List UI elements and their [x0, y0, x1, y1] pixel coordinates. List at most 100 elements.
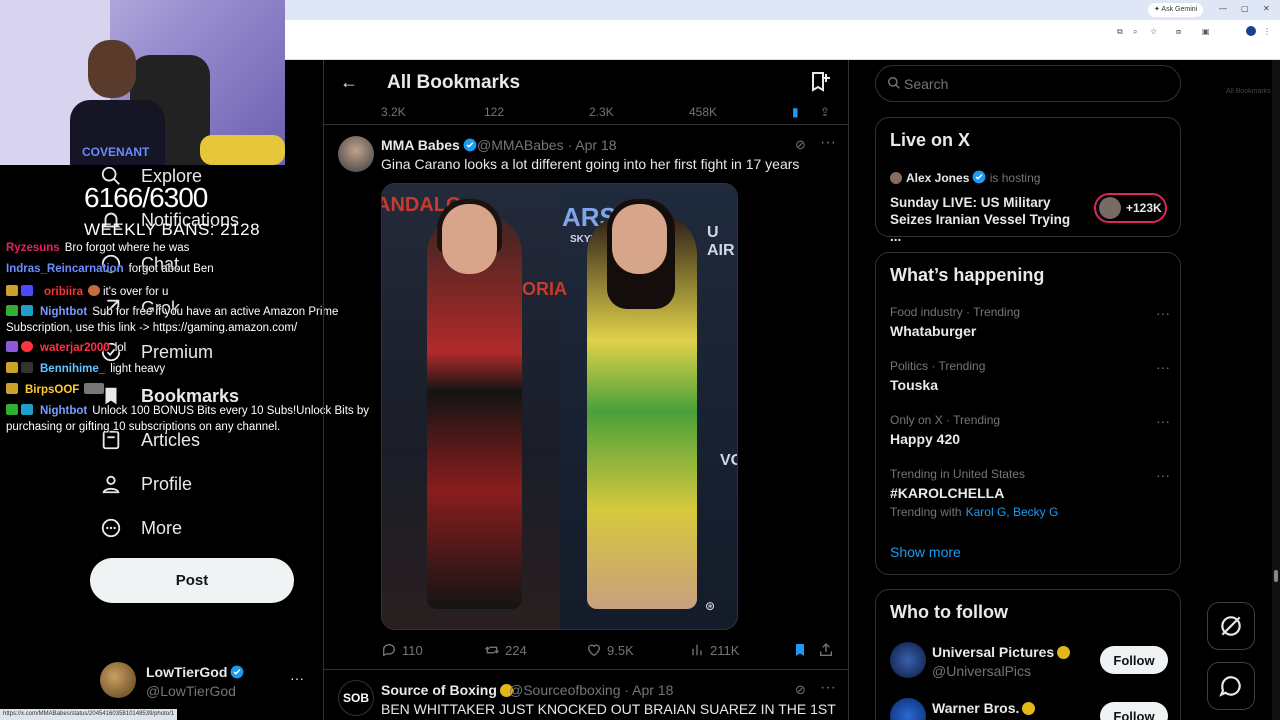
chat-badge-icon [6, 341, 18, 352]
avatar[interactable] [338, 136, 374, 172]
sidepanel-icon[interactable]: ▣ [1202, 27, 1210, 36]
chat-badge-icon [6, 305, 18, 316]
webcam-overlay: COVENANT [0, 0, 285, 165]
like-button[interactable]: 9.5K [586, 642, 634, 658]
maximize-icon[interactable]: ▢ [1241, 4, 1249, 13]
ask-gemini-button[interactable]: ✦ Ask Gemini [1148, 3, 1204, 17]
nav-label: More [141, 517, 183, 538]
reply-button[interactable]: 110 [381, 642, 423, 658]
tweet-more-icon[interactable]: ··· [820, 134, 836, 152]
tweet-photo[interactable]: ANDALO ORIA ARS SKYWAL U AIR VO ⊛ [381, 183, 738, 630]
star-icon[interactable]: ☆ [1150, 27, 1157, 36]
close-icon[interactable]: ✕ [1263, 4, 1270, 13]
follow-button[interactable]: Follow [1100, 702, 1168, 720]
minimize-icon[interactable]: — [1219, 4, 1227, 13]
verified-gold-icon [1057, 646, 1071, 659]
extension-icon[interactable]: ⧉ [1117, 27, 1123, 37]
share-icon[interactable]: ⇪ [820, 105, 830, 119]
tweet-text: Gina Carano looks a lot different going … [381, 156, 800, 172]
card-title: What’s happening [890, 265, 1045, 285]
zoom-icon[interactable]: ⌕ [1133, 27, 1137, 37]
follow-suggestion[interactable]: Warner Bros. Follow [890, 698, 1170, 720]
photo-sign-text: ORIA [522, 279, 567, 299]
nav-more[interactable]: More [100, 512, 182, 544]
previous-tweet-actions: 3.2K 122 2.3K 458K ▮ ⇪ [324, 105, 848, 125]
photo-sign-text: U AIR [707, 224, 735, 259]
trend-more-icon[interactable]: ··· [1156, 359, 1170, 375]
person-icon [102, 475, 120, 494]
all-bookmarks-link[interactable]: All Bookmarks [1226, 88, 1271, 95]
tweet-author-handle[interactable]: @Sourceofboxing · Apr 18 [509, 682, 673, 698]
chat-badge-icon [21, 404, 33, 415]
trend-item[interactable]: Politics · Trending Touska ··· [890, 359, 1170, 393]
profile-avatar[interactable] [1246, 26, 1256, 36]
live-host[interactable]: Alex Jones is hosting [890, 170, 1040, 185]
like-count[interactable]: 2.3K [589, 105, 614, 119]
chat-message-continued: purchasing or gifting 10 subscriptions o… [6, 421, 281, 433]
bookmark-add-icon[interactable] [808, 70, 832, 94]
follow-suggestion[interactable]: Universal Pictures @UniversalPics Follow [890, 642, 1170, 682]
repost-count[interactable]: 122 [484, 105, 504, 119]
search-input[interactable] [904, 74, 1164, 94]
nav-label: Profile [141, 473, 193, 494]
reply-count[interactable]: 3.2K [381, 105, 406, 119]
bookmark-filled-icon[interactable]: ▮ [792, 105, 799, 119]
view-count[interactable]: 458K [689, 105, 717, 119]
live-description[interactable]: Sunday LIVE: US Military Seizes Iranian … [890, 194, 1085, 245]
live-listeners-pill[interactable]: +123K [1094, 193, 1167, 223]
repost-icon [484, 646, 500, 654]
post-button[interactable]: Post [90, 558, 294, 603]
bookmark-button[interactable] [792, 642, 813, 658]
show-more-link[interactable]: Show more [890, 544, 961, 560]
grok-icon [1221, 616, 1241, 636]
bookmark-filled-icon [796, 644, 804, 656]
follow-button[interactable]: Follow [1100, 646, 1168, 674]
chat-emote-icon [84, 383, 105, 394]
trend-item[interactable]: Only on X · Trending Happy 420 ··· [890, 413, 1170, 447]
page-title: All Bookmarks [387, 72, 521, 93]
tweet-divider [324, 669, 848, 670]
nav-profile[interactable]: Profile [100, 468, 192, 500]
account-more-icon[interactable]: ··· [290, 670, 304, 686]
grok-icon[interactable]: ⊘ [795, 682, 806, 698]
webcam-shirt-text: COVENANT [82, 145, 150, 159]
whats-happening-card: What’s happening Food industry · Trendin… [875, 252, 1181, 575]
share-icon [820, 643, 832, 656]
trend-item[interactable]: Trending in United States #KAROLCHELLA T… [890, 467, 1170, 519]
grok-icon[interactable]: ⊘ [795, 137, 806, 153]
chat-message: BirpsOOF [6, 383, 107, 396]
trend-more-icon[interactable]: ··· [1156, 305, 1170, 321]
views-button[interactable]: 211K [689, 642, 739, 658]
puzzle-icon[interactable]: ⧈ [1176, 27, 1181, 37]
avatar[interactable]: SOB [338, 680, 374, 716]
tweet-author-name[interactable]: MMA Babes [381, 137, 477, 153]
chat-badge-icon [21, 285, 33, 296]
back-arrow-icon[interactable]: ← [340, 72, 358, 93]
scrollbar-thumb[interactable] [1274, 570, 1278, 582]
messages-float-button[interactable] [1207, 662, 1255, 710]
trending-with-links[interactable]: Karol G, Becky G [966, 505, 1059, 519]
chat-message: Bennihime_ light heavy [6, 362, 165, 375]
verified-gold-icon [1022, 702, 1036, 715]
chat-message: waterjar2000 lol [6, 341, 126, 354]
grok-image-icon[interactable]: ⊛ [705, 599, 715, 613]
share-button[interactable] [818, 642, 839, 658]
chat-badge-icon [6, 383, 18, 394]
trend-item[interactable]: Food industry · Trending Whataburger ··· [890, 305, 1170, 339]
repost-button[interactable]: 224 [484, 642, 527, 658]
avatar [1099, 197, 1121, 219]
search-box[interactable] [875, 65, 1181, 102]
page-scrollbar[interactable] [1272, 60, 1280, 720]
menu-icon[interactable]: ⋮ [1263, 27, 1271, 36]
tweet-more-icon[interactable]: ··· [820, 679, 836, 697]
photo-sign-text: VO [720, 452, 737, 469]
verified-icon [231, 665, 244, 679]
trend-more-icon[interactable]: ··· [1156, 467, 1170, 483]
tweet-author-handle[interactable]: @MMABabes · Apr 18 [477, 137, 617, 153]
trend-more-icon[interactable]: ··· [1156, 413, 1170, 429]
tweet-author-name[interactable]: Source of Boxing [381, 682, 513, 698]
avatar [100, 662, 136, 698]
account-switcher[interactable]: LowTierGod @LowTierGod ··· [100, 660, 310, 704]
grok-float-button[interactable] [1207, 602, 1255, 650]
avatar [890, 698, 926, 720]
